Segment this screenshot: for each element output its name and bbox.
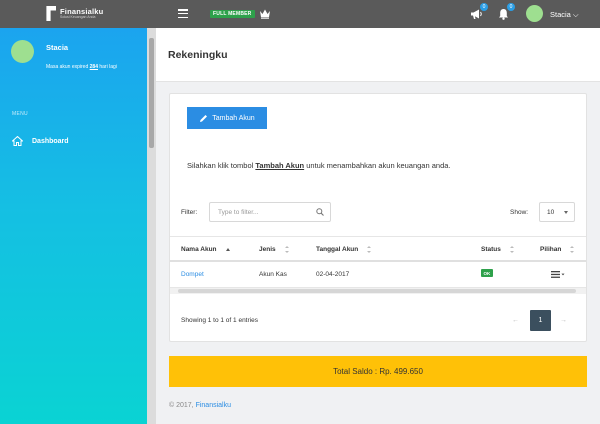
account-date: 02-04-2017 xyxy=(316,271,350,278)
table-scroll-thumb[interactable] xyxy=(178,289,576,293)
status-badge: OK xyxy=(481,269,493,277)
column-nama-akun[interactable]: Nama Akun xyxy=(181,246,231,253)
top-navbar: Finansialku Solusi Keuangan Anda FULL ME… xyxy=(0,0,600,28)
page-size-value: 10 xyxy=(547,209,555,216)
table-row: Dompet Akun Kas 02-04-2017 xyxy=(170,262,586,288)
chevron-down-icon xyxy=(564,211,568,214)
intro-add-account-link: Tambah Akun xyxy=(255,161,305,170)
options-menu-icon[interactable] xyxy=(551,271,565,278)
menu-toggle-icon[interactable] xyxy=(178,9,188,18)
pagination-page-1[interactable]: 1 xyxy=(530,310,551,331)
user-menu[interactable]: Stacia ⌵ xyxy=(550,10,579,20)
sort-icon xyxy=(367,246,372,253)
account-expiry-text: Masa akun expired 284 hari lagi xyxy=(46,64,117,70)
brand-logo[interactable]: Finansialku Solusi Keuangan Anda xyxy=(44,6,103,21)
show-label: Show: xyxy=(510,209,529,216)
page-size-select[interactable]: 10 xyxy=(539,202,575,222)
page-header: Rekeningku xyxy=(156,28,600,82)
table-scrollbar[interactable] xyxy=(170,288,586,294)
announcement-count-badge: 0 xyxy=(480,3,488,11)
sort-icon xyxy=(284,246,290,253)
filter-label: Filter: xyxy=(181,209,198,216)
sort-asc-icon xyxy=(225,247,231,252)
filter-input[interactable] xyxy=(209,202,331,222)
account-name-link[interactable]: Dompet xyxy=(181,271,204,278)
sidebar xyxy=(0,28,156,424)
add-account-button[interactable]: Tambah Akun xyxy=(187,107,267,129)
brand-tagline: Solusi Keuangan Anda xyxy=(60,15,96,19)
table-info: Showing 1 to 1 of 1 entries xyxy=(181,317,258,324)
pagination-prev[interactable]: ← xyxy=(512,317,519,324)
accounts-card: Tambah Akun Silahkan klik tombol Tambah … xyxy=(169,93,587,342)
intro-text: Silahkan klik tombol Tambah Akun untuk m… xyxy=(187,161,451,170)
sidebar-item-dashboard[interactable]: Dashboard xyxy=(12,136,69,146)
pencil-icon xyxy=(200,114,208,122)
notification-count-badge: 0 xyxy=(507,3,515,11)
sort-icon xyxy=(509,246,515,253)
expiry-days: 284 xyxy=(89,64,98,70)
footer: © 2017, Finansialku xyxy=(169,402,231,409)
member-badge: FULL MEMBER xyxy=(210,10,255,18)
footer-brand-link[interactable]: Finansialku xyxy=(196,402,231,409)
total-balance-bar: Total Saldo : Rp. 499.650 xyxy=(169,356,587,387)
logo-mark-icon xyxy=(46,6,56,21)
sort-icon xyxy=(570,246,575,253)
sidebar-avatar xyxy=(11,40,34,63)
column-pilihan[interactable]: Pilihan xyxy=(540,246,575,253)
account-type: Akun Kas xyxy=(259,271,287,278)
column-jenis[interactable]: Jenis xyxy=(259,246,290,253)
sidebar-item-label: Dashboard xyxy=(32,137,69,145)
column-status[interactable]: Status xyxy=(481,246,515,253)
home-icon xyxy=(12,136,23,146)
sidebar-menu-label: MENU xyxy=(12,111,28,117)
avatar[interactable] xyxy=(526,5,543,22)
sidebar-scroll-thumb[interactable] xyxy=(149,38,154,148)
sidebar-user-name: Stacia xyxy=(46,43,69,52)
column-tanggal-akun[interactable]: Tanggal Akun xyxy=(316,246,372,253)
search-icon xyxy=(316,208,324,216)
page-title: Rekeningku xyxy=(168,49,228,61)
crown-icon xyxy=(260,9,270,19)
table-header: Nama Akun Jenis Tanggal Akun Status Pili… xyxy=(170,236,586,262)
pagination-next[interactable]: → xyxy=(560,317,567,324)
brand-name: Finansialku xyxy=(60,6,104,16)
